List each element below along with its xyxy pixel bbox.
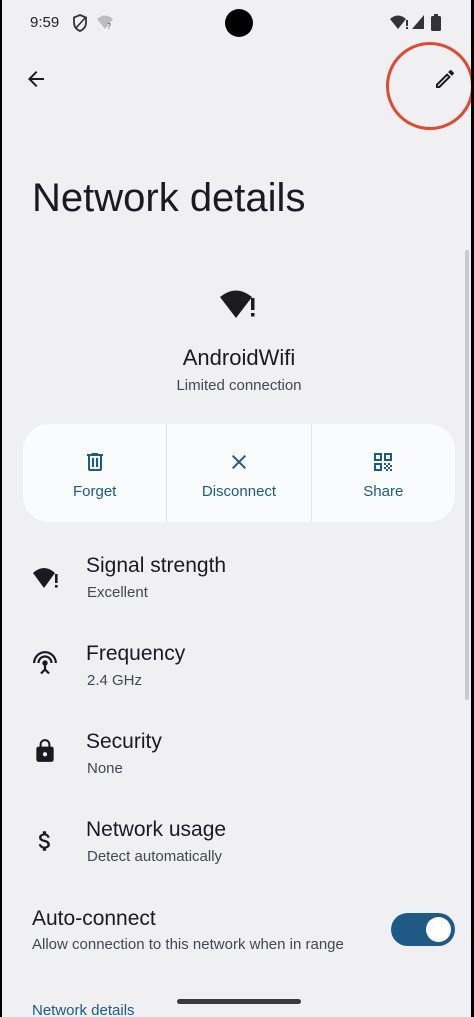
dollar-icon	[38, 831, 50, 851]
network-details-section-header: Network details	[32, 1002, 135, 1017]
cell-signal-icon	[412, 15, 424, 29]
lock-icon	[36, 739, 54, 762]
frequency-title: Frequency	[86, 642, 186, 665]
disconnect-label: Disconnect	[201, 483, 277, 500]
wifi-status-icon: ?	[97, 15, 113, 30]
share-label: Share	[363, 483, 404, 500]
back-arrow-icon[interactable]	[24, 67, 48, 91]
security-value: None	[87, 760, 123, 777]
antenna-icon	[33, 651, 57, 675]
action-button-group: Forget Disconnect Share	[23, 424, 455, 522]
vpn-shield-icon	[73, 14, 87, 32]
battery-icon	[431, 14, 441, 31]
frequency-row[interactable]: Frequency 2.4 GHz	[2, 636, 471, 700]
security-row[interactable]: Security None	[2, 724, 471, 788]
status-time: 9:59	[30, 14, 60, 31]
qr-code-icon	[374, 453, 393, 471]
network-details-screen: 9:59 ? Network details AndroidWifi Limit…	[0, 0, 474, 1017]
network-usage-title: Network usage	[86, 818, 227, 841]
forget-label: Forget	[72, 483, 117, 500]
network-usage-value: Detect automatically	[87, 848, 223, 865]
signal-strength-title: Signal strength	[86, 554, 227, 577]
trash-icon	[86, 453, 103, 471]
share-button[interactable]: Share	[310, 424, 455, 522]
network-name: AndroidWifi	[182, 345, 296, 370]
network-status: Limited connection	[176, 377, 302, 394]
network-usage-row[interactable]: Network usage Detect automatically	[2, 812, 471, 876]
scrollbar[interactable]	[465, 250, 469, 700]
toggle-knob	[426, 917, 451, 942]
auto-connect-subtitle: Allow connection to this network when in…	[32, 936, 344, 953]
auto-connect-title: Auto-connect	[32, 907, 156, 930]
edit-highlight-circle	[386, 42, 471, 130]
camera-cutout	[225, 9, 253, 37]
page-title: Network details	[32, 176, 306, 220]
gesture-navigation-bar[interactable]	[177, 999, 301, 1004]
close-icon	[231, 455, 246, 469]
disconnect-button[interactable]: Disconnect	[166, 424, 310, 522]
status-bar: 9:59 ?	[2, 0, 471, 48]
wifi-signal-icon	[390, 15, 408, 29]
security-title: Security	[86, 730, 162, 753]
signal-strength-value: Excellent	[87, 584, 148, 601]
frequency-value: 2.4 GHz	[87, 672, 143, 689]
svg-text:?: ?	[107, 22, 111, 30]
wifi-alert-icon	[33, 568, 58, 588]
wifi-alert-icon	[220, 290, 255, 318]
forget-button[interactable]: Forget	[23, 424, 166, 522]
signal-strength-row[interactable]: Signal strength Excellent	[2, 548, 471, 612]
auto-connect-toggle[interactable]	[391, 913, 455, 946]
